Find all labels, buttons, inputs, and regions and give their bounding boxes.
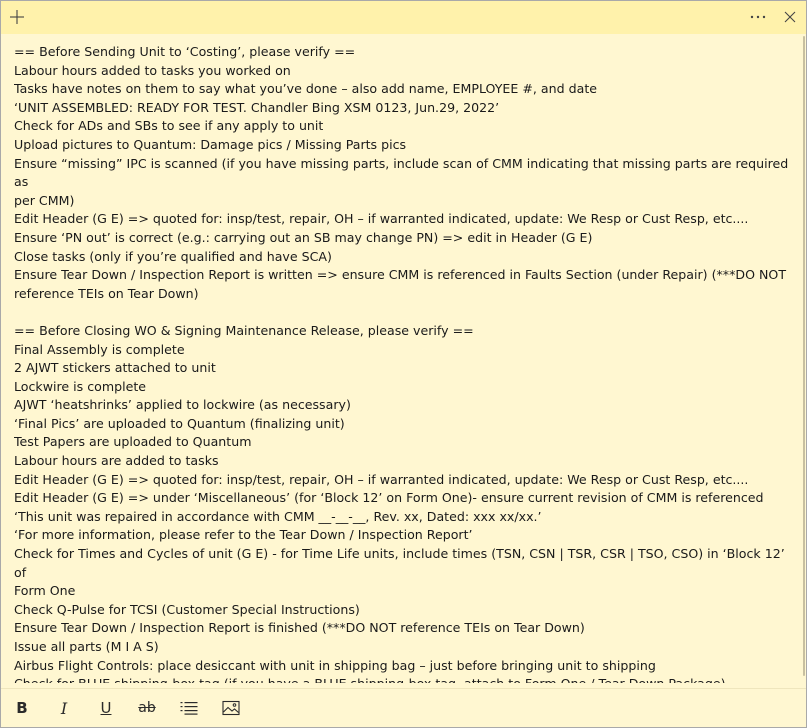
note-line: ‘This unit was repaired in accordance wi… (14, 508, 542, 524)
note-line: Labour hours are added to tasks (14, 453, 219, 469)
note-line: Upload pictures to Quantum: Damage pics … (14, 136, 407, 152)
ellipsis-icon (750, 15, 766, 19)
insert-image-button[interactable] (216, 695, 246, 721)
bullet-list-icon (180, 702, 198, 715)
note-line: Check for BLUE shipping-box tag (if you … (14, 675, 789, 683)
note-line: Check Q-Pulse for TCSI (Customer Special… (14, 601, 360, 617)
vertical-scrollbar[interactable] (801, 34, 806, 689)
note-line: Ensure Tear Down / Inspection Report is … (14, 620, 585, 636)
close-icon (784, 11, 796, 23)
note-line: AJWT ‘heatshrinks’ applied to lockwire (… (14, 397, 351, 413)
image-icon (222, 700, 240, 716)
new-note-button[interactable] (2, 3, 32, 31)
note-line: Check for Times and Cycles of unit (G E)… (14, 546, 789, 580)
note-line: Tasks have notes on them to say what you… (14, 81, 598, 97)
note-line: ‘Final Pics’ are uploaded to Quantum (fi… (14, 415, 345, 431)
note-line: == Before Sending Unit to ‘Costing’, ple… (14, 44, 356, 59)
note-line: Edit Header (G E) => quoted for: insp/te… (14, 471, 749, 487)
note-line: Issue all parts (M I A S) (14, 639, 159, 654)
note-line: Test Papers are uploaded to Quantum (14, 434, 252, 450)
formatting-toolbar: B I U ab (1, 688, 806, 727)
note-line: Ensure “missing” IPC is scanned (if you … (14, 155, 789, 190)
note-line: == Before Closing WO & Signing Maintenan… (14, 322, 474, 338)
plus-icon (10, 10, 24, 24)
italic-button[interactable]: I (49, 695, 79, 721)
strikethrough-button[interactable]: ab (132, 695, 162, 721)
bullet-list-button[interactable] (174, 695, 204, 721)
note-line: reference TEIs on Tear Down) (14, 285, 199, 301)
note-line: per CMM) (14, 192, 75, 208)
menu-button[interactable] (743, 3, 773, 31)
note-line: Lockwire is complete (14, 378, 147, 394)
note-line: Ensure Tear Down / Inspection Report is … (14, 267, 787, 283)
note-line: Check for ADs and SBs to see if any appl… (14, 118, 324, 134)
note-line: ‘UNIT ASSEMBLED: READY FOR TEST. Chandle… (14, 99, 500, 115)
note-line: ‘For more information, please refer to t… (14, 527, 473, 543)
underline-button[interactable]: U (91, 695, 121, 721)
titlebar (1, 1, 806, 34)
note-line: Edit Header (G E) => under ‘Miscellaneou… (14, 490, 764, 506)
note-line: Labour hours added to tasks you worked o… (14, 62, 291, 78)
note-line: Form One (14, 583, 76, 599)
note-line: Final Assembly is complete (14, 341, 185, 357)
note-line: Airbus Flight Controls: place desiccant … (14, 657, 656, 673)
bold-button[interactable]: B (7, 695, 37, 721)
note-text-area[interactable]: == Before Sending Unit to ‘Costing’, ple… (14, 43, 789, 683)
note-line: 2 AJWT stickers attached to unit (14, 360, 216, 376)
note-line: Close tasks (only if you’re qualified an… (14, 248, 332, 264)
sticky-note-window: == Before Sending Unit to ‘Costing’, ple… (0, 0, 807, 728)
note-line: Ensure ‘PN out’ is correct (e.g.: carryi… (14, 229, 593, 245)
scrollbar-thumb[interactable] (803, 36, 805, 676)
note-line: Edit Header (G E) => quoted for: insp/te… (14, 211, 749, 227)
close-button[interactable] (775, 3, 805, 31)
